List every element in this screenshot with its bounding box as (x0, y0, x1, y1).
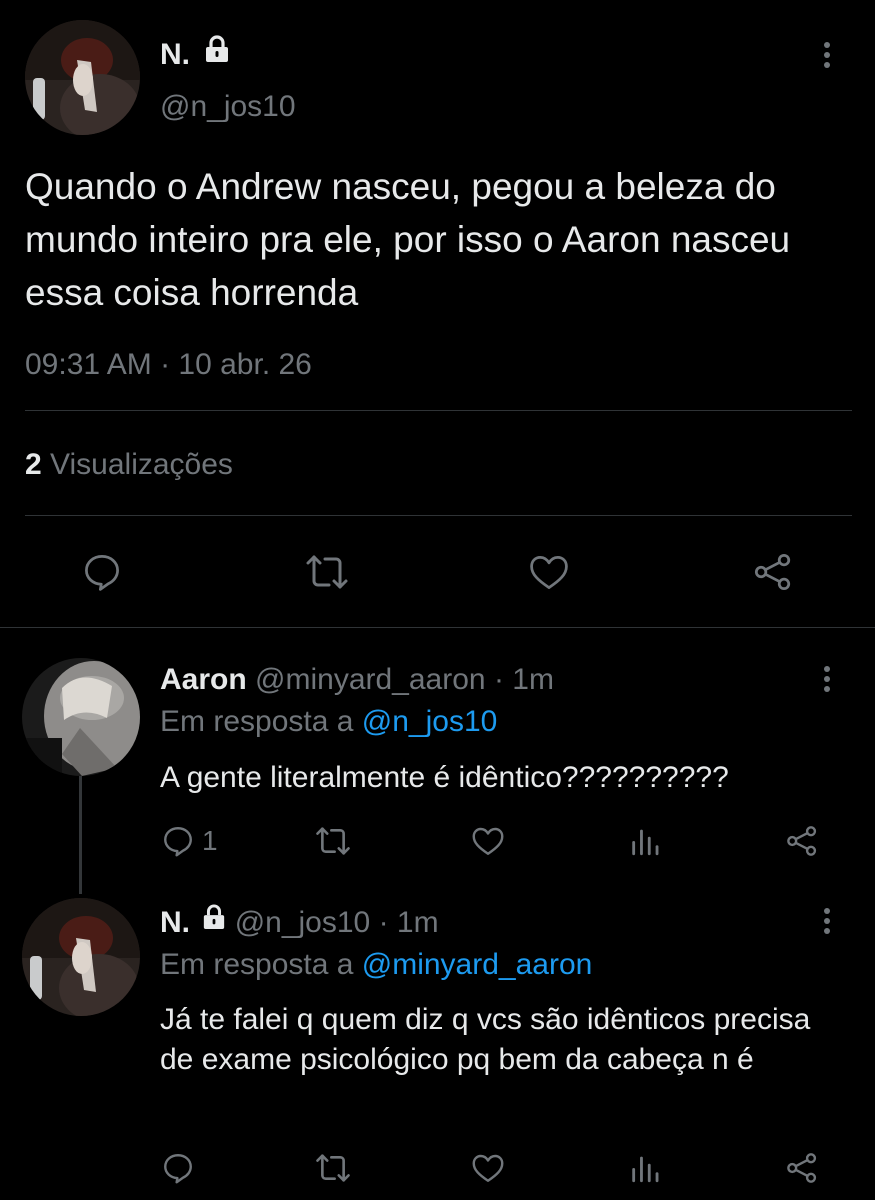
retweet-icon[interactable] (313, 823, 353, 859)
views-stat[interactable]: 2 Visualizações (25, 447, 233, 483)
lock-icon (204, 35, 230, 71)
retweet-icon[interactable] (303, 550, 351, 594)
more-dots-icon[interactable] (821, 42, 833, 72)
tweet-text: Já te falei q quem diz q vcs são idêntic… (160, 1003, 811, 1076)
avatar[interactable] (22, 898, 140, 1016)
reply-icon (160, 823, 196, 859)
share-icon[interactable] (783, 823, 821, 859)
retweet-icon[interactable] (313, 1150, 353, 1186)
heart-icon[interactable] (470, 823, 506, 859)
share-icon[interactable] (750, 550, 796, 594)
reply-icon[interactable] (80, 550, 124, 594)
divider (25, 515, 852, 516)
divider (25, 410, 852, 411)
reply-context: Em resposta a @n_jos10 (160, 704, 497, 740)
handle[interactable]: @n_jos10 (160, 90, 296, 124)
reply-icon[interactable] (160, 1150, 196, 1186)
divider (0, 627, 875, 628)
more-dots-icon[interactable] (821, 666, 833, 696)
views-icon[interactable] (628, 823, 662, 859)
views-icon[interactable] (628, 1150, 662, 1186)
more-dots-icon[interactable] (821, 908, 833, 938)
reply-header: N. @n_jos10 · 1m (160, 903, 439, 941)
reply-time[interactable]: · 1m (379, 906, 439, 939)
reply-prefix: Em resposta a (160, 705, 354, 738)
lock-icon (202, 903, 226, 939)
heart-icon[interactable] (527, 550, 571, 594)
display-name[interactable]: N. (160, 906, 190, 939)
thread-line (79, 776, 82, 894)
share-icon[interactable] (783, 1150, 821, 1186)
views-count: 2 (25, 448, 42, 481)
reply-action[interactable]: 1 (160, 823, 218, 859)
avatar[interactable] (22, 658, 140, 776)
reply-time[interactable]: · 1m (494, 663, 554, 696)
mention-link[interactable]: @n_jos10 (362, 705, 498, 738)
reply-count: 1 (202, 825, 218, 856)
tweet-timestamp[interactable]: 09:31 AM · 10 abr. 26 (25, 347, 312, 383)
handle[interactable]: @n_jos10 (235, 906, 371, 939)
tweet-text: A gente literalmente é idêntico?????????… (160, 761, 729, 794)
handle[interactable]: @minyard_aaron (255, 663, 486, 696)
reply-header: Aaron @minyard_aaron · 1m (160, 662, 554, 698)
mention-link[interactable]: @minyard_aaron (362, 948, 593, 981)
display-name[interactable]: N. (160, 38, 190, 71)
reply-prefix: Em resposta a (160, 948, 354, 981)
reply-context: Em resposta a @minyard_aaron (160, 947, 592, 983)
tweet-text: Quando o Andrew nasceu, pegou a beleza d… (25, 166, 791, 313)
views-label: Visualizações (50, 448, 233, 481)
display-name[interactable]: Aaron (160, 663, 247, 696)
avatar[interactable] (25, 20, 140, 135)
heart-icon[interactable] (470, 1150, 506, 1186)
